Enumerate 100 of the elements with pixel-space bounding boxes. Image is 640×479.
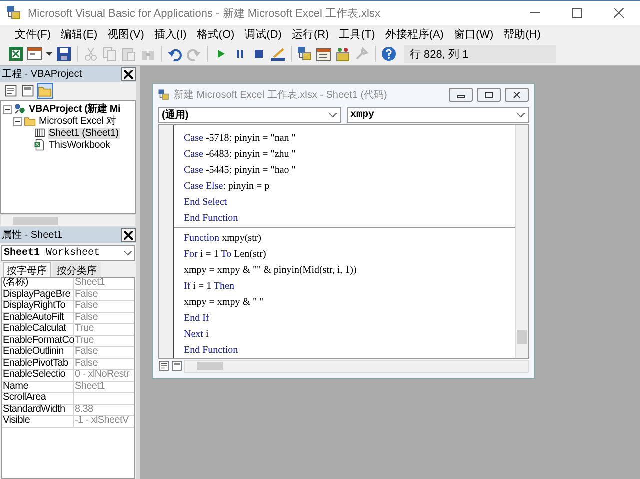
- project-tree-icon: [14, 103, 26, 115]
- property-value[interactable]: Sheet1: [74, 278, 134, 288]
- close-icon: [614, 8, 624, 18]
- property-value[interactable]: -1 - xlSheetV: [74, 416, 134, 426]
- chevron-down-icon[interactable]: [328, 112, 336, 118]
- menu-item[interactable]: 插入(I): [149, 26, 192, 42]
- procedure-dropdown[interactable]: xmpy: [346, 107, 529, 123]
- close-button[interactable]: [505, 88, 529, 102]
- property-value[interactable]: False: [74, 312, 134, 323]
- margin-indicator-bar[interactable]: [159, 125, 174, 358]
- code-line: xmpy = xmpy & "" & pinyin(Mid(str, i, 1)): [184, 264, 358, 278]
- project-icon[interactable]: [297, 46, 313, 62]
- close-icon: [513, 92, 521, 98]
- tab[interactable]: 按分类序: [53, 262, 101, 277]
- property-name: Name: [2, 382, 74, 392]
- property-value[interactable]: False: [74, 301, 134, 312]
- property-name: ScrollArea: [2, 393, 74, 404]
- chevron-down-icon[interactable]: [124, 250, 132, 256]
- view-code-icon[interactable]: [4, 84, 18, 98]
- project-icon: [6, 5, 22, 21]
- property-name: DisplayPageBre: [2, 290, 74, 300]
- view-code-icon[interactable]: [158, 360, 170, 372]
- property-value[interactable]: False: [74, 358, 134, 369]
- object-dropdown[interactable]: Sheet1 Worksheet: [1, 245, 135, 261]
- menu-item[interactable]: 格式(O): [192, 26, 240, 42]
- menu-item[interactable]: 工具(T): [334, 26, 380, 42]
- menu-item[interactable]: 帮助(H): [498, 26, 546, 42]
- menu-item[interactable]: 外接程序(A): [380, 26, 449, 42]
- scrollbar[interactable]: [184, 360, 529, 372]
- window-title: Microsoft Visual Basic for Applications - 新建 Microsoft Excel 工作表.xlsx: [28, 6, 382, 20]
- tree-item[interactable]: ThisWorkbook: [48, 140, 112, 150]
- tree-item[interactable]: Sheet1 (Sheet1): [48, 128, 120, 138]
- help-icon[interactable]: [381, 46, 397, 62]
- excel-icon[interactable]: [8, 46, 24, 62]
- property-name: EnablePivotTab: [2, 358, 74, 369]
- close-button[interactable]: [121, 228, 136, 242]
- code-line: Next i: [184, 328, 210, 342]
- restore-icon: [485, 92, 493, 98]
- property-name: EnableAutoFilt: [2, 312, 74, 323]
- view-object-icon[interactable]: [21, 84, 35, 98]
- toolbox-icon[interactable]: [335, 46, 351, 62]
- code-line: Case -5718: pinyin = "nan ": [184, 132, 297, 146]
- code-line: For i = 1 To Len(str): [184, 248, 268, 262]
- restore-button[interactable]: [477, 88, 501, 102]
- minimize-button[interactable]: [449, 88, 473, 102]
- menu-item[interactable]: 编辑(E): [56, 26, 103, 42]
- form-icon[interactable]: [27, 46, 43, 62]
- property-value[interactable]: False: [74, 290, 134, 300]
- property-name: EnableFormatCo: [2, 336, 74, 346]
- menu-item[interactable]: 视图(V): [102, 26, 150, 42]
- menu-item[interactable]: 文件(F): [10, 26, 56, 42]
- close-icon: [124, 230, 133, 240]
- cursor-position: 行 828, 列 1: [404, 45, 556, 63]
- property-name: DisplayRightTo: [2, 301, 74, 312]
- code-line: End Function: [184, 344, 240, 358]
- expander-icon[interactable]: [13, 116, 22, 126]
- menu-item[interactable]: 窗口(W): [448, 26, 499, 42]
- folder-icon: [24, 115, 36, 127]
- design-icon[interactable]: [270, 46, 286, 62]
- chevron-down-icon[interactable]: [517, 112, 525, 118]
- tree-item[interactable]: Microsoft Excel 对: [38, 114, 118, 128]
- menu-item[interactable]: 运行(R): [286, 26, 334, 42]
- property-name: EnableOutlinin: [2, 347, 74, 358]
- project-icon: [158, 89, 170, 101]
- property-value[interactable]: True: [74, 324, 134, 334]
- tree-item[interactable]: VBAProject (新建 Mi: [28, 102, 122, 116]
- tab[interactable]: 按字母序: [3, 262, 51, 277]
- code-line: Function xmpy(str): [184, 232, 263, 246]
- property-value[interactable]: False: [74, 347, 134, 358]
- scrollbar[interactable]: [515, 125, 528, 358]
- expander-icon[interactable]: [3, 104, 12, 114]
- object-dropdown[interactable]: (通用): [158, 107, 340, 123]
- code-line: Case -5445: pinyin = "hao ": [184, 164, 297, 178]
- property-name: EnableCalculat: [2, 324, 74, 334]
- panel-title: 属性 - Sheet1: [2, 228, 63, 242]
- close-button[interactable]: [121, 67, 136, 81]
- menu-item[interactable]: 调试(D): [240, 26, 287, 42]
- code-line: xmpy = xmpy & " ": [184, 296, 265, 310]
- maximize-icon: [572, 8, 582, 18]
- property-value[interactable]: Sheet1: [74, 382, 134, 392]
- view-object-icon[interactable]: [171, 360, 183, 372]
- panel-title: 工程 - VBAProject: [2, 68, 82, 81]
- dropdown-caret-icon[interactable]: [46, 52, 53, 56]
- code-line: End Function: [184, 212, 240, 226]
- property-value[interactable]: True: [74, 336, 134, 346]
- code-line: Case -6483: pinyin = "zhu ": [184, 148, 297, 162]
- property-name: Visible: [2, 416, 74, 426]
- save-icon[interactable]: [56, 46, 72, 62]
- close-icon: [124, 70, 133, 78]
- property-value[interactable]: 8.38: [74, 404, 134, 415]
- property-name: StandardWidth: [2, 404, 74, 415]
- property-value[interactable]: 0 - xlNoRestr: [74, 370, 134, 380]
- properties-icon[interactable]: [316, 46, 332, 62]
- scrollbar[interactable]: [0, 214, 136, 227]
- code-line: End Select: [184, 196, 228, 210]
- property-name: (名称): [2, 278, 74, 288]
- sheet-icon: [34, 127, 46, 139]
- code-line: If i = 1 Then: [184, 280, 236, 294]
- minimize-icon: [457, 92, 465, 98]
- window-title: 新建 Microsoft Excel 工作表.xlsx - Sheet1 (代码): [174, 88, 388, 102]
